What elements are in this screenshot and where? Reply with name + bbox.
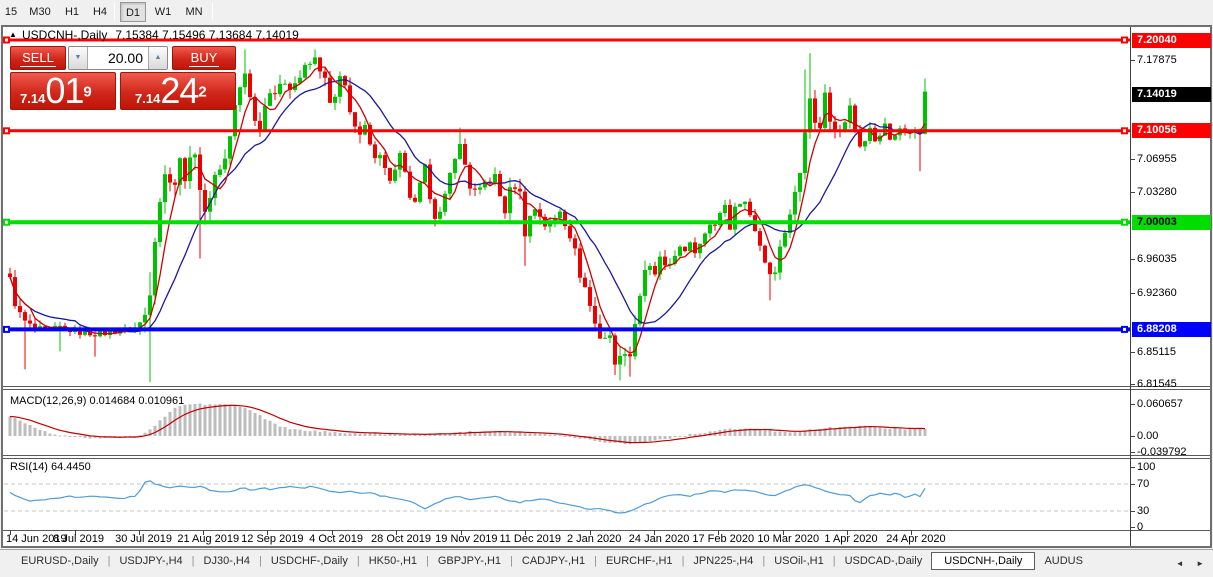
volume-input[interactable]	[88, 47, 148, 69]
volume-decrease-button[interactable]: ▼	[69, 47, 88, 69]
timeframe-button-mn[interactable]: MN	[180, 2, 208, 22]
price-axis-badge-7.20040: 7.20040	[1132, 33, 1211, 48]
date-axis-label: 21 Aug 2019	[177, 533, 239, 545]
date-axis-label: 30 Jul 2019	[115, 533, 172, 545]
chart-ohlc-values: 7.15384 7.15496 7.13684 7.14019	[115, 28, 299, 42]
date-axis-label: 24 Apr 2020	[886, 533, 945, 545]
bid-price-prefix: 7.14	[20, 91, 45, 106]
date-axis-label: 24 Jan 2020	[629, 533, 690, 545]
price-axis-badge-7.14019: 7.14019	[1132, 87, 1211, 102]
bid-price-tile[interactable]: 7.14019	[10, 72, 116, 110]
date-axis-label: 11 Dec 2019	[499, 533, 561, 545]
rsi-axis-label: 70	[1137, 478, 1149, 491]
chart-tab-cadjpyh1[interactable]: CADJPY-,H1	[513, 553, 594, 569]
chart-tab-hk50h1[interactable]: HK50-,H1	[360, 553, 426, 569]
buy-button-label: BUY	[189, 50, 220, 67]
chart-tab-gbpjpyh1[interactable]: GBPJPY-,H1	[429, 553, 510, 569]
chart-tab-usdcaddaily[interactable]: USDCAD-,Daily	[836, 553, 932, 569]
price-axis-tick: 6.92360	[1137, 286, 1177, 300]
macd-indicator-label: MACD(12,26,9) 0.014684 0.010961	[10, 395, 184, 407]
price-axis-tick: 6.96035	[1137, 252, 1177, 266]
price-axis-tick: 7.06955	[1137, 152, 1177, 166]
date-axis-label: 28 Oct 2019	[371, 533, 431, 545]
rsi-indicator-label: RSI(14) 64.4450	[10, 461, 91, 473]
timeframe-button-h4[interactable]: H4	[88, 2, 112, 22]
tab-scroll-left-icon[interactable]: ◄	[1172, 557, 1188, 570]
chart-tab-bar: EURUSD-,Daily|USDJPY-,H4|DJ30-,H4|USDCHF…	[0, 550, 1213, 572]
chart-tab-jpn225h4[interactable]: JPN225-,H4	[684, 553, 762, 569]
chart-tab-eurusddaily[interactable]: EURUSD-,Daily	[12, 553, 108, 569]
macd-axis-label: -0.039792	[1137, 446, 1187, 459]
sell-button-label: SELL	[20, 50, 56, 67]
chart-tab-usdchfdaily[interactable]: USDCHF-,Daily	[262, 553, 357, 569]
date-axis-label: 8 Jul 2019	[53, 533, 104, 545]
chart-tab-audus[interactable]: AUDUS	[1035, 553, 1092, 569]
chart-collapse-icon[interactable]: ▲	[9, 30, 17, 39]
tab-scroll-right-icon[interactable]: ►	[1192, 557, 1208, 570]
timeframe-button-m30[interactable]: M30	[24, 2, 56, 22]
chart-symbol-label: USDCNH-,Daily	[22, 28, 107, 42]
price-axis-badge-7.00003: 7.00003	[1132, 215, 1211, 230]
date-axis-label: 4 Oct 2019	[309, 533, 363, 545]
price-axis-badge-7.10056: 7.10056	[1132, 123, 1211, 138]
ask-price-prefix: 7.14	[135, 91, 160, 106]
price-axis-tick: 6.81545	[1137, 377, 1177, 391]
rsi-axis-label: 30	[1137, 505, 1149, 518]
price-axis-badge-6.88208: 6.88208	[1132, 322, 1211, 337]
chart-tab-usdjpyh4[interactable]: USDJPY-,H4	[110, 553, 191, 569]
timeframe-button-h1[interactable]: H1	[60, 2, 84, 22]
price-axis-tick: 7.17875	[1137, 53, 1177, 67]
bid-price-big: 01	[45, 72, 83, 110]
chart-title: USDCNH-,Daily 7.15384 7.15496 7.13684 7.1…	[22, 28, 299, 42]
volume-increase-button[interactable]: ▲	[148, 47, 167, 69]
chart-tab-dj30h4[interactable]: DJ30-,H4	[195, 553, 259, 569]
date-axis-label: 1 Apr 2020	[824, 533, 877, 545]
date-axis-label: 2 Jan 2020	[567, 533, 621, 545]
price-axis-tick: 7.03280	[1137, 185, 1177, 199]
date-axis-label: 17 Feb 2020	[692, 533, 754, 545]
ask-price-big: 24	[160, 72, 198, 110]
macd-axis-label: 0.060657	[1137, 398, 1183, 411]
timeframe-button-w1[interactable]: W1	[150, 2, 176, 22]
date-axis-label: 19 Nov 2019	[435, 533, 497, 545]
chart-tab-usoilh1[interactable]: USOil-,H1	[765, 553, 833, 569]
ask-price-tile[interactable]: 7.14242	[120, 72, 236, 110]
bid-price-sup: 9	[83, 84, 91, 101]
rsi-axis-label: 100	[1137, 461, 1155, 474]
rsi-axis-label: 0	[1137, 521, 1143, 534]
chart-tab-eurchfh1[interactable]: EURCHF-,H1	[597, 553, 682, 569]
date-axis-label: 12 Sep 2019	[241, 533, 303, 545]
chart-tab-usdcnhdaily[interactable]: USDCNH-,Daily	[931, 552, 1035, 570]
volume-stepper: ▼ ▲	[68, 46, 168, 70]
tab-scroll-arrows: ◄ ►	[1172, 553, 1208, 571]
sell-button[interactable]: SELL	[10, 46, 66, 70]
caret-up-icon: ▲	[155, 54, 162, 61]
date-axis-label: 10 Mar 2020	[757, 533, 819, 545]
ask-price-sup: 2	[198, 84, 206, 101]
toolbar-separator	[114, 3, 115, 20]
toolbar-separator	[212, 3, 213, 20]
macd-axis-label: 0.00	[1137, 430, 1158, 443]
timeframe-button-d1[interactable]: D1	[120, 2, 146, 22]
price-axis-tick: 6.85115	[1137, 345, 1176, 359]
buy-button[interactable]: BUY	[172, 46, 236, 70]
caret-down-icon: ▼	[75, 54, 82, 61]
timeframe-toolbar: 15M30H1H4 D1W1MN	[0, 0, 1213, 25]
timeframe-button-15[interactable]: 15	[2, 2, 20, 22]
